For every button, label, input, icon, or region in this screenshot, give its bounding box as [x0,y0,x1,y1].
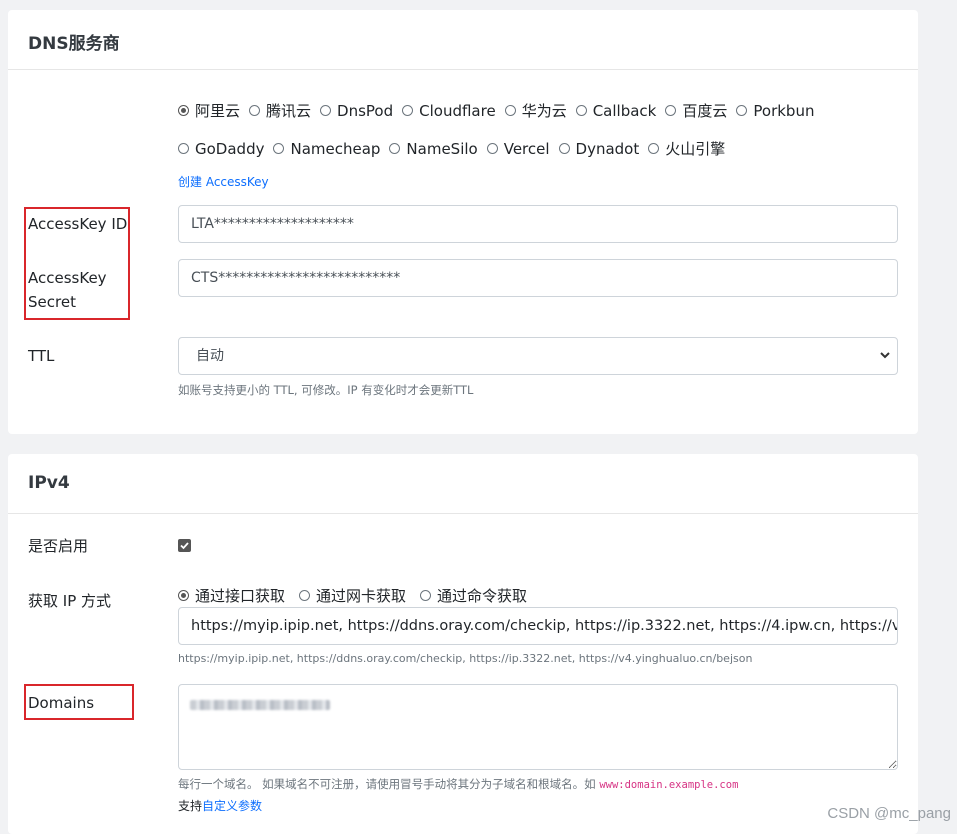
radio-dot[interactable] [558,143,570,154]
radio-dot[interactable] [575,105,587,116]
provider-radio-group-row1: 阿里云 腾讯云 DnsPod Cloudflare 华为云 Callback 百… [178,100,823,121]
radio-godaddy[interactable]: GoDaddy [178,140,264,158]
radio-ip-api[interactable]: 通过接口获取 [178,585,285,606]
radio-namecheap[interactable]: Namecheap [273,140,380,158]
provider-radio-group-row2: GoDaddy Namecheap NameSilo Vercel Dynado… [178,138,734,159]
radio-dot[interactable] [648,143,660,154]
radio-cloudflare[interactable]: Cloudflare [402,102,496,120]
ttl-help-text: 如账号支持更小的 TTL, 可修改。IP 有变化时才会更新TTL [178,383,474,397]
card-title: DNS服务商 [28,34,120,54]
radio-huawei[interactable]: 华为云 [504,100,567,121]
radio-baidu[interactable]: 百度云 [665,100,727,121]
radio-dot[interactable] [320,105,332,116]
card-header: DNS服务商 [8,10,918,70]
access-key-id-input[interactable]: LTA******************** [178,205,898,243]
chevron-down-icon [879,338,891,374]
get-ip-method-label: 获取 IP 方式 [28,592,112,610]
dns-provider-card: DNS服务商 阿里云 腾讯云 DnsPod Cloudflare 华为云 Cal… [8,10,918,434]
radio-dnspod[interactable]: DnsPod [320,102,393,120]
custom-params-line: 支持自定义参数 [178,799,263,813]
radio-vercel[interactable]: Vercel [486,140,550,158]
radio-dot[interactable] [665,105,677,116]
ttl-select[interactable]: 自动 [178,337,898,375]
radio-dot[interactable] [402,105,414,116]
enable-checkbox[interactable] [178,539,191,552]
radio-ip-nic[interactable]: 通过网卡获取 [299,585,406,606]
blurred-domain-text [190,700,330,710]
ipv4-card: IPv4 是否启用 获取 IP 方式 通过接口获取 通过网卡获取 通过命令获取 … [8,454,918,834]
radio-aliyun[interactable]: 阿里云 [178,100,240,121]
radio-dot[interactable] [486,143,498,154]
card-title: IPv4 [28,473,70,493]
radio-dot[interactable] [249,105,261,116]
domains-textarea[interactable] [178,684,898,770]
domain-example-code: www:domain.example.com [599,779,739,791]
ip-url-input[interactable]: https://myip.ipip.net, https://ddns.oray… [178,607,898,645]
ttl-selected-value: 自动 [196,348,224,364]
csdn-watermark: CSDN @mc_pang [827,805,951,822]
highlight-box-domains [24,684,134,720]
radio-volcengine[interactable]: 火山引擎 [648,138,725,159]
radio-namesilo[interactable]: NameSilo [389,140,478,158]
ttl-label: TTL [28,347,55,365]
radio-callback[interactable]: Callback [575,102,656,120]
radio-dot[interactable] [420,590,432,601]
radio-dot[interactable] [178,105,189,116]
check-icon [180,542,189,550]
radio-dot[interactable] [273,143,285,154]
radio-dot[interactable] [389,143,401,154]
radio-tencent[interactable]: 腾讯云 [249,100,311,121]
custom-params-link[interactable]: 自定义参数 [202,799,262,813]
radio-ip-cmd[interactable]: 通过命令获取 [420,585,527,606]
create-accesskey-link[interactable]: 创建 AccessKey [178,173,269,190]
radio-porkbun[interactable]: Porkbun [736,102,814,120]
radio-dot[interactable] [178,143,189,154]
radio-dot[interactable] [178,590,189,601]
ip-method-radio-group: 通过接口获取 通过网卡获取 通过命令获取 [178,585,536,606]
domains-help-text: 每行一个域名。 如果域名不可注册，请使用冒号手动将其分为子域名和根域名。如 ww… [178,777,739,791]
radio-dynadot[interactable]: Dynadot [558,140,639,158]
radio-dot[interactable] [299,590,311,601]
radio-dot[interactable] [736,105,748,116]
access-key-secret-input[interactable]: CTS************************** [178,259,898,297]
enable-label: 是否启用 [28,537,89,555]
ip-url-help-text: https://myip.ipip.net, https://ddns.oray… [178,652,753,665]
radio-dot[interactable] [504,105,516,116]
highlight-box-accesskey [24,207,130,320]
card-header: IPv4 [8,454,918,514]
